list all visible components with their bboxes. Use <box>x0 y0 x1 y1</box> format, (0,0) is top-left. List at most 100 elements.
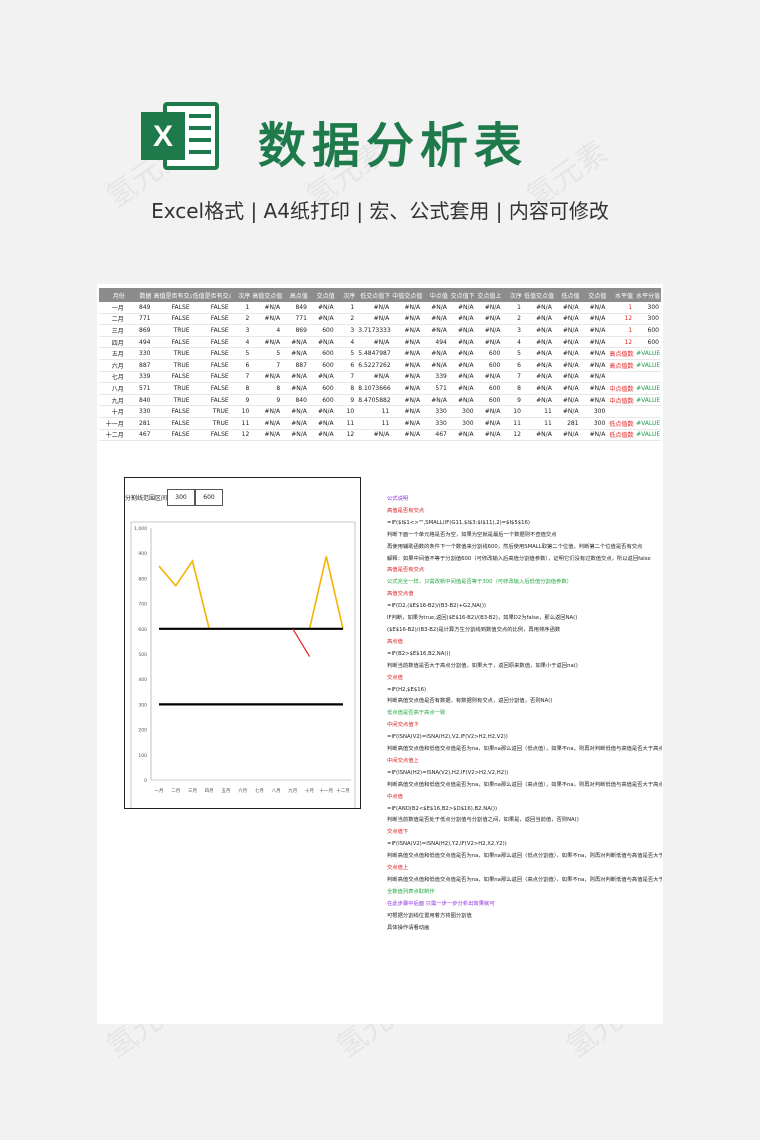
table-cell[interactable] <box>634 405 661 418</box>
table-cell[interactable]: #N/A <box>251 336 283 349</box>
table-cell[interactable]: #N/A <box>251 302 283 314</box>
table-cell[interactable]: #N/A <box>356 313 392 326</box>
table-cell[interactable]: 5 <box>502 347 523 360</box>
table-cell[interactable]: #N/A <box>475 313 503 326</box>
table-cell[interactable]: FALSE <box>191 302 231 314</box>
table-cell[interactable]: 中点值数据 <box>607 394 635 407</box>
table-cell[interactable]: 600 <box>308 394 336 407</box>
table-cell[interactable]: #N/A <box>553 336 581 349</box>
table-cell[interactable]: #N/A <box>282 417 309 430</box>
table-cell[interactable]: #N/A <box>522 382 554 395</box>
table-cell[interactable]: #N/A <box>448 336 476 349</box>
table-cell[interactable]: #N/A <box>251 429 283 442</box>
table-cell[interactable]: #N/A <box>391 302 423 314</box>
table-cell[interactable]: 600 <box>308 347 336 360</box>
table-cell[interactable]: #N/A <box>580 347 608 360</box>
table-cell[interactable]: 600 <box>634 324 661 337</box>
table-cell[interactable]: FALSE <box>152 429 192 442</box>
table-cell[interactable]: #N/A <box>391 336 423 349</box>
table-cell[interactable]: #N/A <box>282 371 309 384</box>
table-cell[interactable]: 4 <box>335 336 357 349</box>
table-cell[interactable]: 六月 <box>99 359 126 372</box>
table-cell[interactable]: 330 <box>125 405 153 418</box>
table-cell[interactable]: #N/A <box>422 394 449 407</box>
table-cell[interactable]: #N/A <box>391 359 423 372</box>
table-cell[interactable]: #N/A <box>448 429 476 442</box>
table-cell[interactable]: 9 <box>230 394 252 407</box>
table-cell[interactable]: #N/A <box>553 313 581 326</box>
table-cell[interactable]: #N/A <box>580 313 608 326</box>
table-cell[interactable]: 九月 <box>99 394 126 407</box>
table-cell[interactable]: #N/A <box>308 336 336 349</box>
table-cell[interactable]: 5 <box>251 347 283 360</box>
table-cell[interactable]: 10 <box>230 405 252 418</box>
table-cell[interactable]: 300 <box>634 302 661 314</box>
table-cell[interactable]: FALSE <box>191 371 231 384</box>
table-cell[interactable]: #N/A <box>422 324 449 337</box>
table-cell[interactable]: #N/A <box>391 394 423 407</box>
table-cell[interactable]: #N/A <box>356 336 392 349</box>
table-cell[interactable]: #N/A <box>448 302 476 314</box>
table-cell[interactable]: FALSE <box>191 336 231 349</box>
table-cell[interactable] <box>607 405 635 418</box>
table-cell[interactable]: 1 <box>335 302 357 314</box>
table-cell[interactable]: 12 <box>335 429 357 442</box>
table-cell[interactable]: 467 <box>125 429 153 442</box>
table-cell[interactable]: 281 <box>553 417 581 430</box>
table-cell[interactable]: #N/A <box>475 417 503 430</box>
table-cell[interactable]: 五月 <box>99 347 126 360</box>
table-cell[interactable]: 467 <box>422 429 449 442</box>
table-cell[interactable]: 330 <box>125 347 153 360</box>
table-cell[interactable]: FALSE <box>191 429 231 442</box>
table-cell[interactable]: #N/A <box>448 324 476 337</box>
table-cell[interactable]: 低点值数据 <box>607 429 635 442</box>
table-cell[interactable]: #N/A <box>356 429 392 442</box>
table-cell[interactable]: #N/A <box>522 371 554 384</box>
table-cell[interactable]: 2 <box>502 313 523 326</box>
table-cell[interactable]: 3 <box>502 324 523 337</box>
table-cell[interactable]: 8 <box>502 382 523 395</box>
table-cell[interactable]: 869 <box>282 324 309 337</box>
table-cell[interactable]: #N/A <box>282 405 309 418</box>
table-cell[interactable]: 300 <box>580 405 608 418</box>
table-cell[interactable]: 6 <box>335 359 357 372</box>
table-cell[interactable]: 9 <box>251 394 283 407</box>
table-cell[interactable]: #N/A <box>282 336 309 349</box>
table-cell[interactable]: #N/A <box>553 359 581 372</box>
table-cell[interactable]: #N/A <box>475 302 503 314</box>
table-cell[interactable]: 8.47058825 <box>356 394 392 407</box>
table-cell[interactable]: #N/A <box>308 405 336 418</box>
table-cell[interactable]: #N/A <box>308 371 336 384</box>
table-cell[interactable]: #N/A <box>553 429 581 442</box>
table-cell[interactable]: 2 <box>230 313 252 326</box>
table-cell[interactable]: 3 <box>335 324 357 337</box>
table-cell[interactable]: 11 <box>522 405 554 418</box>
table-cell[interactable]: FALSE <box>152 336 192 349</box>
table-cell[interactable]: #N/A <box>522 302 554 314</box>
table-cell[interactable]: TRUE <box>152 359 192 372</box>
table-cell[interactable]: TRUE <box>191 417 231 430</box>
table-cell[interactable]: 849 <box>125 302 153 314</box>
table-cell[interactable]: 1 <box>502 302 523 314</box>
table-cell[interactable]: #N/A <box>308 429 336 442</box>
table-cell[interactable]: 12 <box>607 336 635 349</box>
table-cell[interactable]: #N/A <box>391 382 423 395</box>
table-cell[interactable]: 300 <box>634 313 661 326</box>
table-cell[interactable]: 7 <box>335 371 357 384</box>
table-cell[interactable]: 600 <box>308 324 336 337</box>
table-cell[interactable]: #N/A <box>448 394 476 407</box>
table-cell[interactable]: #N/A <box>522 429 554 442</box>
table-cell[interactable]: FALSE <box>152 313 192 326</box>
table-cell[interactable]: 9 <box>502 394 523 407</box>
table-cell[interactable]: 7 <box>502 371 523 384</box>
table-cell[interactable]: #VALUE! <box>634 347 661 360</box>
table-cell[interactable]: #N/A <box>422 359 449 372</box>
table-cell[interactable]: #N/A <box>308 302 336 314</box>
table-cell[interactable]: #N/A <box>580 371 608 384</box>
table-cell[interactable]: 3.71733333 <box>356 324 392 337</box>
table-cell[interactable]: 494 <box>422 336 449 349</box>
table-cell[interactable]: 600 <box>475 347 503 360</box>
table-cell[interactable]: 11 <box>356 417 392 430</box>
table-cell[interactable]: #N/A <box>422 347 449 360</box>
table-cell[interactable]: #N/A <box>553 405 581 418</box>
